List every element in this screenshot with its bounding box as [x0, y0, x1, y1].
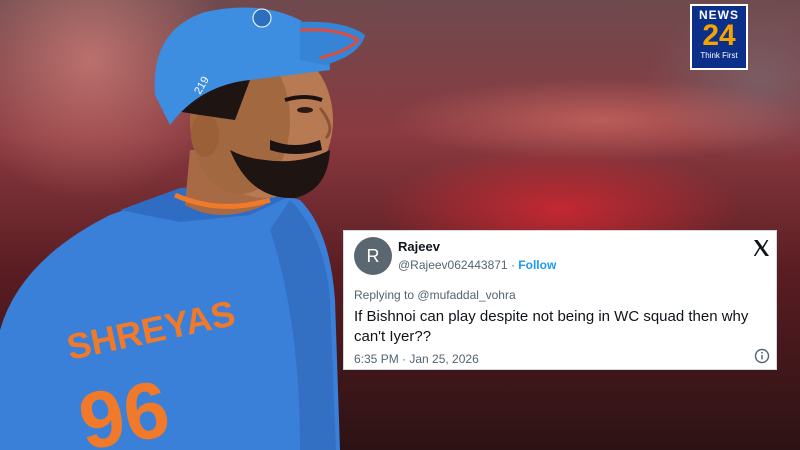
info-icon[interactable] [754, 348, 770, 364]
replying-to-label: Replying to [354, 288, 415, 302]
follow-button[interactable]: Follow [518, 258, 556, 272]
news24-logo: NEWS 24 Think First [690, 4, 748, 70]
tweet-text: If Bishnoi can play despite not being in… [354, 308, 749, 345]
tweet-card: R Rajeev @Rajeev062443871 · Follow Reply… [343, 230, 777, 370]
user-handle[interactable]: @Rajeev062443871 [398, 258, 508, 272]
display-name[interactable]: Rajeev [398, 239, 440, 254]
tweet-timestamp[interactable]: 6:35 PM · Jan 25, 2026 [354, 352, 479, 366]
logo-tagline: Think First [700, 51, 738, 60]
x-logo-icon[interactable] [752, 239, 770, 257]
avatar[interactable]: R [354, 237, 392, 275]
replying-to-handle[interactable]: @mufaddal_vohra [417, 288, 515, 302]
background-photo: SHREYAS 96 219 [0, 0, 800, 450]
player-photo: SHREYAS 96 219 [0, 7, 365, 450]
separator-dot: · [510, 258, 515, 272]
logo-24-text: 24 [702, 19, 736, 52]
replying-to-line: Replying to @mufaddal_vohra [354, 288, 516, 302]
jersey-number: 96 [72, 364, 175, 450]
handle-line: @Rajeev062443871 · Follow [398, 258, 556, 272]
